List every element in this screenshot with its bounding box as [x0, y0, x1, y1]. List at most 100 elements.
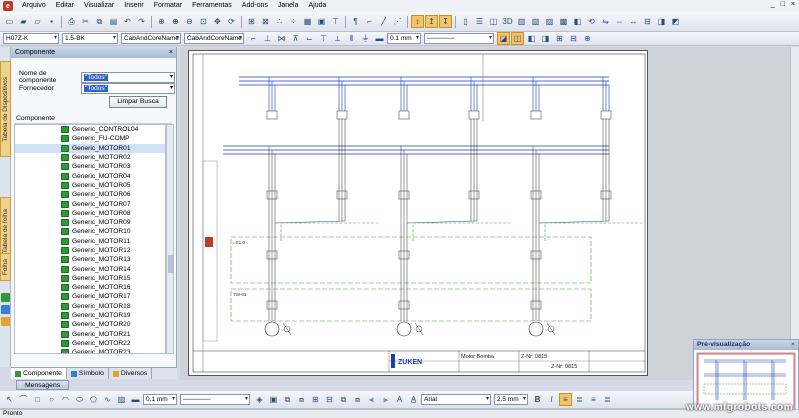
duct-icon[interactable]: ▩ — [557, 15, 570, 28]
list-item[interactable]: Generic_MOTOR08 — [15, 209, 165, 218]
list-item[interactable]: Generic_MOTOR18 — [15, 302, 165, 311]
menu-ajuda[interactable]: Ajuda — [304, 0, 332, 12]
tree-scrollbar[interactable] — [166, 124, 174, 354]
device-icon[interactable]: ◧ — [571, 15, 584, 28]
zoom-out-icon[interactable]: ⊖ — [183, 15, 196, 28]
copy-icon[interactable]: ⧉ — [93, 15, 106, 28]
wire-bus-icon[interactable]: ⟂ — [331, 32, 344, 45]
canvas-scrollbar[interactable] — [790, 47, 799, 380]
close-button[interactable]: × — [791, 1, 795, 8]
view-3d-icon[interactable]: 3D — [501, 15, 514, 28]
toggle-a-icon[interactable]: ◪ — [497, 32, 510, 45]
pin-icon[interactable]: ⊤ — [329, 15, 342, 28]
text-left-icon[interactable]: ≣ — [573, 393, 586, 406]
cut-icon[interactable]: ✂ — [79, 15, 92, 28]
print-icon[interactable]: ⎙ — [65, 15, 78, 28]
restore-button[interactable]: □ — [781, 1, 785, 8]
list-item[interactable]: Generic_MOTOR11 — [15, 237, 165, 246]
line-style-combo[interactable]: ────── — [424, 33, 494, 44]
line-icon[interactable]: ╱ — [377, 15, 390, 28]
grid-icon[interactable]: ⊞ — [245, 15, 258, 28]
component-icon[interactable] — [1, 293, 10, 302]
rail-icon[interactable]: ▨ — [543, 15, 556, 28]
list-item[interactable]: Generic_MOTOR06 — [15, 190, 165, 199]
cabinet-icon[interactable]: ▧ — [529, 15, 542, 28]
scroll-thumb[interactable] — [168, 255, 173, 273]
polyline-icon[interactable]: ⌒ — [17, 393, 30, 406]
paragraph-icon[interactable]: ¶ — [349, 15, 362, 28]
list-item[interactable]: Generic_MOTOR01 — [15, 143, 165, 153]
move-back-icon[interactable]: ⧈ — [295, 393, 308, 406]
polygon-icon[interactable]: ⬠ — [87, 393, 100, 406]
wire-cross-icon[interactable]: ⋈ — [275, 32, 288, 45]
copy-shape-icon[interactable]: ⧉ — [337, 393, 350, 406]
toggle-c-icon[interactable]: ◧ — [525, 32, 538, 45]
list-item[interactable]: Generic_MOTOR19 — [15, 311, 165, 320]
align-left-icon[interactable]: ⫷ — [365, 393, 378, 406]
tab-symbol[interactable]: Símbolo — [67, 368, 109, 379]
save-icon[interactable]: ▪ — [45, 15, 58, 28]
wire-type-combo[interactable]: H07Z-K — [3, 33, 59, 44]
paste-shape-icon[interactable]: ⧈ — [351, 393, 364, 406]
zoom-in-icon[interactable]: ⊕ — [169, 15, 182, 28]
measure-icon[interactable]: ⇔ — [613, 15, 626, 28]
select-icon[interactable]: ↖ — [3, 393, 16, 406]
tab-component[interactable]: Componente — [11, 368, 67, 379]
preview-close-icon[interactable]: × — [791, 340, 795, 350]
panel-close-icon[interactable]: × — [169, 47, 173, 58]
paste-icon[interactable]: ▤ — [107, 15, 120, 28]
toggle-b-icon[interactable]: ◫ — [511, 32, 524, 45]
hatch-icon[interactable]: ▨ — [115, 393, 128, 406]
list-item[interactable]: Generic_MOTOR15 — [15, 274, 165, 283]
text-icon[interactable]: A — [393, 393, 406, 406]
tab-misc[interactable]: Diversos — [109, 368, 153, 379]
menu-editar[interactable]: Editar — [51, 0, 79, 12]
wire-split-icon[interactable]: ⊼ — [289, 32, 302, 45]
wire-cable-icon[interactable]: ⫴ — [345, 32, 358, 45]
wire-end-icon[interactable]: ⊥ — [261, 32, 274, 45]
wire-bend-icon[interactable]: ⌙ — [303, 32, 316, 45]
toggle-d-icon[interactable]: ◨ — [539, 32, 552, 45]
font-size-combo[interactable]: 2.5 mm — [494, 394, 528, 405]
list-item[interactable]: Generic_MOTOR05 — [15, 181, 165, 190]
curve-icon[interactable]: ∿ — [101, 393, 114, 406]
open-icon[interactable]: ▱ — [31, 15, 44, 28]
new-file-icon[interactable]: ▭ — [3, 15, 16, 28]
open-folder-icon[interactable]: ▰ — [17, 15, 30, 28]
line-width-combo[interactable]: 0.1 mm — [387, 33, 421, 44]
menu-arquivo[interactable]: Arquivo — [17, 0, 51, 12]
ellipse-icon[interactable]: ⬭ — [73, 393, 86, 406]
list-item[interactable]: Generic_MOTOR07 — [15, 199, 165, 208]
messages-tab[interactable]: Mensagens — [16, 380, 70, 390]
clear-search-button[interactable]: Limpar Busca — [109, 96, 167, 108]
toggle-g-icon[interactable]: ⊕ — [581, 32, 594, 45]
move-front-icon[interactable]: ⧉ — [281, 393, 294, 406]
list-item[interactable]: Generic_MOTOR20 — [15, 320, 165, 329]
symbol-icon[interactable] — [1, 305, 10, 314]
minimize-button[interactable]: _ — [771, 1, 775, 8]
text-right-icon[interactable]: ≣ — [601, 393, 614, 406]
list-item[interactable]: Generic_MOTOR02 — [15, 153, 165, 162]
table-icon[interactable]: ▦ — [301, 15, 314, 28]
group-icon[interactable]: ◨ — [655, 15, 668, 28]
list-icon[interactable]: ☰ — [473, 15, 486, 28]
terminal-icon[interactable]: ⏚ — [359, 32, 372, 45]
component-name-select[interactable]: "Todos" — [81, 71, 175, 83]
snap-icon[interactable]: ⊠ — [259, 15, 272, 28]
menu-formatar[interactable]: Formatar — [149, 0, 187, 12]
wire-tee-icon[interactable]: ⊤ — [317, 32, 330, 45]
menu-ferramentas[interactable]: Ferramentas — [187, 0, 237, 12]
menu-visualizar[interactable]: Visualizar — [79, 0, 119, 12]
fill-icon[interactable]: ◈ — [253, 393, 266, 406]
connect-icon[interactable]: ↕ — [411, 15, 424, 28]
italic-icon[interactable]: I — [545, 393, 558, 406]
list-item[interactable]: Generic_MOTOR23 — [15, 348, 165, 353]
bus-icon[interactable]: ⋰ — [391, 15, 404, 28]
list-item[interactable]: Generic_MOTOR21 — [15, 330, 165, 339]
list-item[interactable]: Generic_FU-COMP — [15, 134, 165, 143]
list-item[interactable]: Generic_CONTROL04 — [15, 125, 165, 134]
dots-icon[interactable]: ∴ — [273, 15, 286, 28]
branch-icon[interactable]: ↥ — [425, 15, 438, 28]
wire-size-combo[interactable]: 1.5-BK — [62, 33, 118, 44]
supplier-select[interactable]: "Todos" — [81, 83, 175, 94]
